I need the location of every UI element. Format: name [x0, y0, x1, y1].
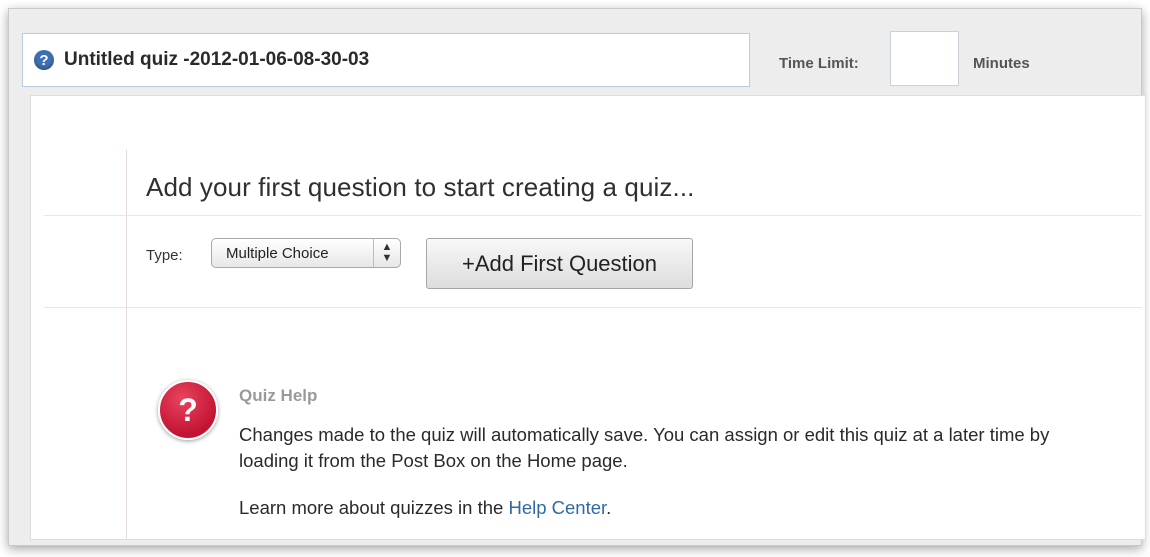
time-limit-input[interactable] [890, 31, 959, 86]
help-center-link[interactable]: Help Center [508, 497, 606, 518]
page-heading: Add your first question to start creatin… [146, 172, 695, 202]
quiz-title-field[interactable]: ? Untitled quiz -2012-01-06-08-30-03 [22, 33, 750, 87]
time-limit-label: Time Limit: [779, 55, 859, 72]
help-more-suffix: . [606, 497, 612, 518]
help-more-text: Learn more about quizzes in the Help Cen… [239, 497, 611, 519]
type-label: Type: [146, 247, 183, 264]
help-icon: ? [158, 380, 218, 440]
divider [44, 307, 1142, 308]
select-arrows-icon: ▲ ▼ [373, 239, 400, 267]
question-circle-icon: ? [34, 50, 54, 70]
help-more-prefix: Learn more about quizzes in the [239, 497, 509, 518]
question-type-value: Multiple Choice [226, 244, 329, 262]
add-first-question-button[interactable]: +Add First Question [426, 238, 693, 289]
divider [44, 215, 1142, 216]
help-title: Quiz Help [239, 386, 318, 405]
margin-divider [126, 150, 127, 540]
question-type-select[interactable]: Multiple Choice ▲ ▼ [211, 238, 401, 268]
help-text: Changes made to the quiz will automatica… [239, 424, 1050, 471]
quiz-title: Untitled quiz -2012-01-06-08-30-03 [64, 49, 370, 70]
minutes-label: Minutes [973, 55, 1030, 72]
